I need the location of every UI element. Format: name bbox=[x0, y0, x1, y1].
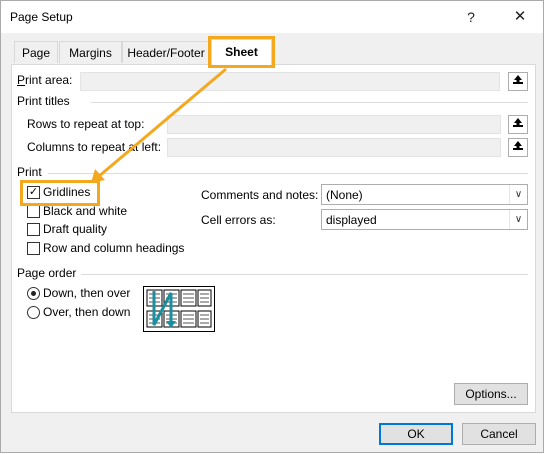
page-setup-dialog: Page Setup ? ✕ Page Margins Header/Foote… bbox=[0, 0, 544, 453]
annotation-arrow-icon bbox=[91, 67, 227, 183]
tab-sheet[interactable]: Sheet bbox=[211, 39, 272, 65]
